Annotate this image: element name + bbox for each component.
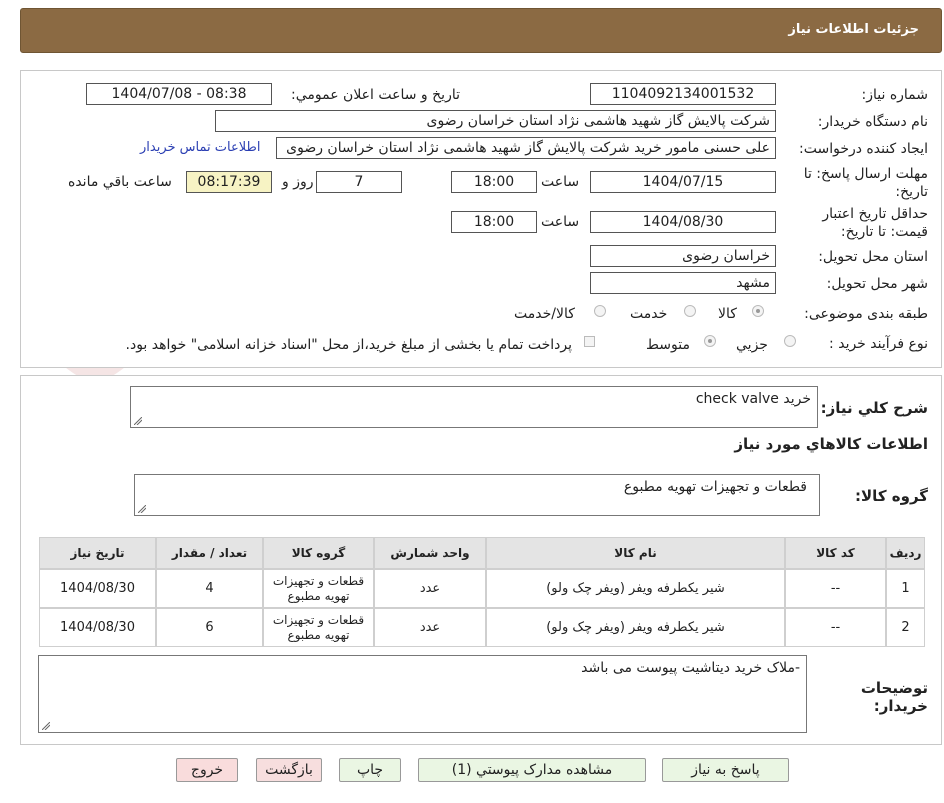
- process-medium-radio[interactable]: [704, 335, 716, 347]
- category-both-radio[interactable]: [594, 305, 606, 317]
- summary-label: شرح كلي نياز:: [820, 399, 928, 417]
- process-minor-radio[interactable]: [784, 335, 796, 347]
- col-header-code: کد کالا: [785, 537, 886, 569]
- table-row-2-name: شیر یکطرفه ویفر (ویفر چک ولو): [486, 608, 785, 647]
- deadline-label: مهلت ارسال پاسخ: تا: [803, 166, 928, 182]
- buyer-contact-link[interactable]: اطلاعات تماس خریدار: [140, 140, 260, 155]
- table-row-1-qty: 4: [156, 569, 263, 608]
- validity-date-field: 1404/08/30: [590, 211, 776, 233]
- view-attachments-button[interactable]: مشاهده مدارک پیوستي (1): [418, 758, 646, 782]
- table-row-2-qty: 6: [156, 608, 263, 647]
- need-number-field: 1104092134001532: [590, 83, 776, 105]
- table-row-1-index: 1: [886, 569, 925, 608]
- city-label: شهر محل تحویل:: [826, 276, 928, 292]
- summary-textarea[interactable]: خرید check valve: [130, 386, 818, 428]
- need-number-label: شماره نیاز:: [861, 87, 929, 103]
- process-label: نوع فرآیند خرید :: [829, 336, 928, 352]
- exit-button[interactable]: خروج: [176, 758, 238, 782]
- category-goods-label: کالا: [718, 306, 737, 322]
- announce-field: 1404/07/08 - 08:38: [86, 83, 272, 105]
- requester-label: ایجاد کننده درخواست:: [799, 141, 928, 157]
- table-row-1-name: شیر یکطرفه ویفر (ویفر چک ولو): [486, 569, 785, 608]
- validity-time-field: 18:00: [451, 211, 537, 233]
- page-title: جزئیات اطلاعات نیاز: [788, 22, 919, 37]
- table-row-1-code: --: [785, 569, 886, 608]
- province-field: خراسان رضوی: [590, 245, 776, 267]
- process-minor-label: جزیي: [736, 337, 768, 353]
- table-row-2-index: 2: [886, 608, 925, 647]
- table-row-2-unit: عدد: [374, 608, 486, 647]
- page-header: جزئیات اطلاعات نیاز: [20, 8, 942, 53]
- process-medium-label: متوسط: [646, 337, 690, 353]
- table-row-1-group: قطعات و تجهیزات تهویه مطبوع: [263, 569, 374, 608]
- col-header-name: نام کالا: [486, 537, 785, 569]
- buyer-notes-value: -ملاک خرید دیتاشیت پیوست می باشد: [581, 660, 800, 676]
- category-both-label: کالا/خدمت: [514, 306, 575, 322]
- col-header-date: تاریخ نیاز: [39, 537, 156, 569]
- table-row-1-unit: عدد: [374, 569, 486, 608]
- remaining-time-label: ساعت باقي مانده: [68, 174, 172, 190]
- goods-group-value: قطعات و تجهیزات تهویه مطبوع: [623, 479, 807, 495]
- goods-group-textarea[interactable]: قطعات و تجهیزات تهویه مطبوع: [134, 474, 820, 516]
- reply-button[interactable]: پاسخ به نیاز: [662, 758, 789, 782]
- table-row-1-date: 1404/08/30: [39, 569, 156, 608]
- goods-table: ردیف کد کالا نام کالا واحد شمارش گروه کا…: [39, 537, 925, 647]
- back-button[interactable]: بازگشت: [256, 758, 322, 782]
- col-header-unit: واحد شمارش: [374, 537, 486, 569]
- table-row-2-code: --: [785, 608, 886, 647]
- days-remaining-field: 7: [316, 171, 402, 193]
- resize-handle-icon: [42, 722, 50, 730]
- deadline-date-field: 1404/07/15: [590, 171, 776, 193]
- print-button[interactable]: چاپ: [339, 758, 401, 782]
- category-service-radio[interactable]: [684, 305, 696, 317]
- treasury-checkbox[interactable]: [584, 336, 595, 347]
- buyer-notes-textarea[interactable]: -ملاک خرید دیتاشیت پیوست می باشد: [38, 655, 807, 733]
- validity-time-label: ساعت: [541, 214, 580, 230]
- table-row-2-group: قطعات و تجهیزات تهویه مطبوع: [263, 608, 374, 647]
- treasury-note: پرداخت تمام یا بخشی از مبلغ خرید،از محل …: [125, 337, 572, 353]
- requester-field: علی حسنی مامور خرید شرکت پالایش گاز شهید…: [276, 137, 776, 159]
- remaining-time-field: 08:17:39: [186, 171, 272, 193]
- days-label: روز و: [282, 174, 314, 190]
- category-service-label: خدمت: [630, 306, 668, 322]
- deadline-time-field: 18:00: [451, 171, 537, 193]
- table-row-2-date: 1404/08/30: [39, 608, 156, 647]
- buyer-notes-label-2: خریدار:: [873, 697, 928, 715]
- city-field: مشهد: [590, 272, 776, 294]
- deadline-label-date: تاریخ:: [895, 184, 928, 200]
- col-header-qty: تعداد / مقدار: [156, 537, 263, 569]
- deadline-time-label: ساعت: [541, 174, 580, 190]
- province-label: استان محل تحویل:: [818, 249, 928, 265]
- category-label: طبقه بندی موضوعی:: [804, 306, 928, 322]
- announce-label: تاریخ و ساعت اعلان عمومي:: [291, 87, 460, 103]
- validity-label: حداقل تاریخ اعتبار: [822, 206, 928, 222]
- goods-info-title: اطلاعات کالاهاي مورد نياز: [734, 435, 928, 453]
- col-header-row: ردیف: [886, 537, 925, 569]
- summary-value: خرید check valve: [695, 391, 811, 407]
- buyer-org-label: نام دستگاه خریدار:: [817, 114, 928, 130]
- buyer-org-field: شرکت پالایش گاز شهید هاشمی نژاد استان خر…: [215, 110, 776, 132]
- resize-handle-icon: [138, 505, 146, 513]
- goods-group-label: گروه کالا:: [855, 487, 928, 505]
- resize-handle-icon: [134, 417, 142, 425]
- validity-label-date: قیمت: تا تاریخ:: [840, 224, 928, 240]
- buyer-notes-label: توضیحات: [860, 679, 928, 697]
- col-header-group: گروه کالا: [263, 537, 374, 569]
- category-goods-radio[interactable]: [752, 305, 764, 317]
